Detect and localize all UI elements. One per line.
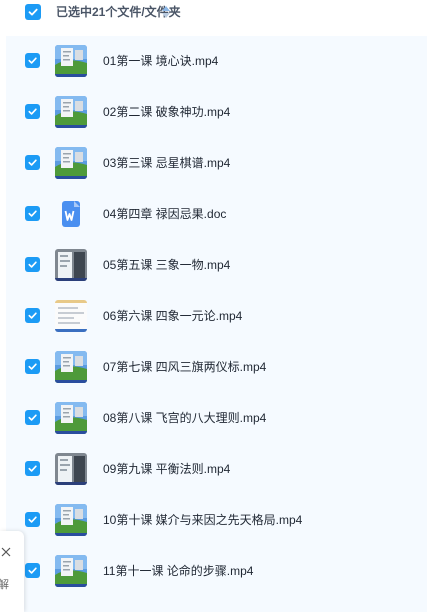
video-thumbnail [55,147,87,179]
file-row[interactable]: 03第三课 忌星棋谱.mp4 [6,138,427,189]
file-checkbox[interactable] [25,206,40,221]
video-thumbnail [55,300,87,332]
file-row[interactable]: 09第九课 平衡法则.mp4 [6,444,427,495]
check-icon [28,363,37,370]
check-icon [28,57,37,64]
file-row[interactable]: 04第四章 禄因忌果.doc [6,189,427,240]
file-name[interactable]: 05第五课 三象一物.mp4 [103,257,230,273]
file-checkbox[interactable] [25,257,40,272]
check-icon [28,8,38,16]
check-icon [28,567,37,574]
word-doc-icon [55,198,87,230]
file-checkbox[interactable] [25,461,40,476]
file-row[interactable]: 02第二课 破象神功.mp4 [6,87,427,138]
video-thumbnail [55,45,87,77]
video-thumbnail [55,453,87,485]
file-checkbox[interactable] [25,512,40,527]
selection-header: 已选中21个文件/文件夹 [0,0,427,26]
video-thumbnail [55,402,87,434]
sort-updown-icon[interactable] [160,4,172,20]
file-name[interactable]: 03第三课 忌星棋谱.mp4 [103,155,230,171]
file-name[interactable]: 06第六课 四象一元论.mp4 [103,308,242,324]
file-name[interactable]: 09第九课 平衡法则.mp4 [103,461,230,477]
check-icon [28,159,37,166]
video-thumbnail [55,555,87,587]
file-name[interactable]: 08第八课 飞宫的八大理则.mp4 [103,410,266,426]
file-checkbox[interactable] [25,563,40,578]
file-name[interactable]: 07第七课 四风三旗两仪标.mp4 [103,359,266,375]
file-row[interactable]: 01第一课 境心诀.mp4 [6,36,427,87]
file-checkbox[interactable] [25,308,40,323]
check-icon [28,312,37,319]
file-row[interactable]: 07第七课 四风三旗两仪标.mp4 [6,342,427,393]
file-row[interactable]: 05第五课 三象一物.mp4 [6,240,427,291]
file-checkbox[interactable] [25,104,40,119]
file-checkbox[interactable] [25,359,40,374]
check-icon [28,516,37,523]
file-row[interactable]: 10第十课 媒介与来因之先天格局.mp4 [6,495,427,546]
file-name[interactable]: 01第一课 境心诀.mp4 [103,53,218,69]
file-checkbox[interactable] [25,410,40,425]
check-icon [28,210,37,217]
video-thumbnail [55,504,87,536]
video-thumbnail [55,96,87,128]
check-icon [28,414,37,421]
file-checkbox[interactable] [25,53,40,68]
video-thumbnail [55,249,87,281]
file-row[interactable]: 06第六课 四象一元论.mp4 [6,291,427,342]
select-all-checkbox[interactable] [25,4,41,20]
side-panel-label: 解 [0,579,9,591]
check-icon [28,465,37,472]
file-name[interactable]: 04第四章 禄因忌果.doc [103,206,226,222]
file-list: 01第一课 境心诀.mp4 02第二课 破象神功.mp4 03第三课 忌星棋谱.mp… [6,36,427,612]
side-panel: 解 [0,531,24,612]
video-thumbnail [55,351,87,383]
close-icon[interactable] [0,545,12,557]
file-name[interactable]: 11第十一课 论命的步骤.mp4 [103,563,253,579]
file-checkbox[interactable] [25,155,40,170]
check-icon [28,108,37,115]
file-name[interactable]: 02第二课 破象神功.mp4 [103,104,230,120]
check-icon [28,261,37,268]
file-name[interactable]: 10第十课 媒介与来因之先天格局.mp4 [103,512,302,528]
file-row[interactable]: 11第十一课 论命的步骤.mp4 [6,546,427,597]
file-row[interactable]: 08第八课 飞宫的八大理则.mp4 [6,393,427,444]
